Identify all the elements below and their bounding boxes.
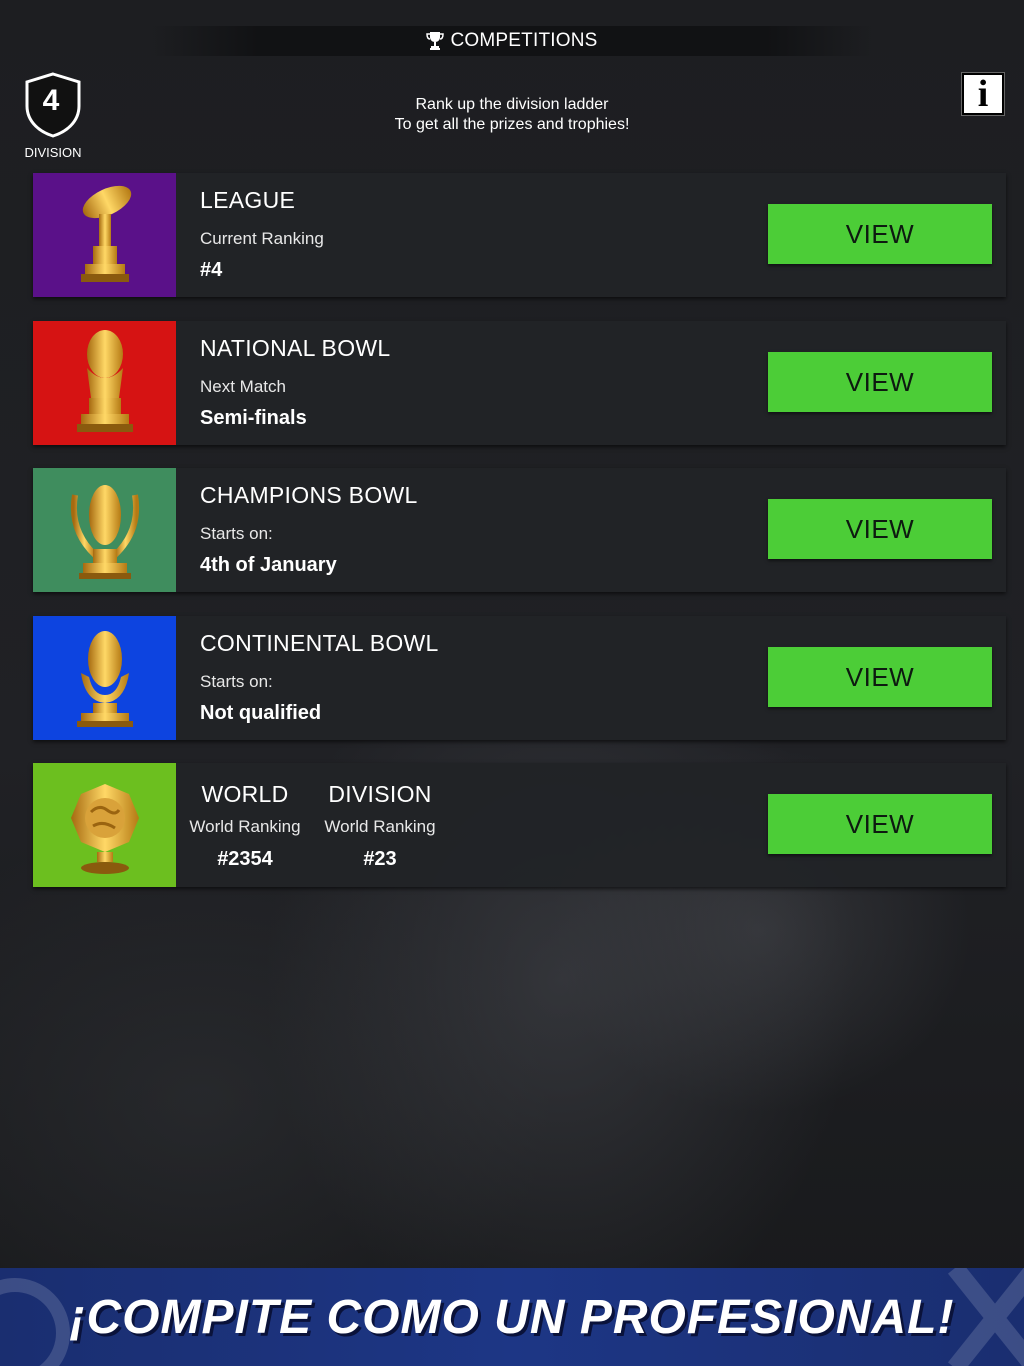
view-world-button[interactable]: VIEW: [768, 794, 992, 854]
competition-sub-label: Next Match: [200, 377, 286, 396]
subtitle: Rank up the division ladder To get all t…: [312, 95, 712, 135]
competition-value: 4th of January: [200, 554, 337, 576]
trophy-icon: [426, 32, 445, 50]
competition-card-world: WORLD World Ranking #2354 DIVISION World…: [33, 763, 1006, 887]
competition-sub-label: Current Ranking: [200, 229, 324, 248]
competition-sub-label: Starts on:: [200, 672, 273, 691]
national-bowl-trophy-icon: [76, 330, 133, 432]
division-badge[interactable]: 4 DIVISION: [22, 72, 84, 160]
view-league-button[interactable]: VIEW: [768, 204, 992, 264]
competition-name: CHAMPIONS BOWL: [200, 482, 418, 508]
competition-card-champions-bowl: CHAMPIONS BOWL Starts on: 4th of January…: [33, 468, 1006, 592]
competition-name: CONTINENTAL BOWL: [200, 630, 439, 656]
circle-decoration-icon: [0, 1278, 70, 1366]
competition-name: NATIONAL BOWL: [200, 335, 391, 361]
division-number: 4: [42, 84, 60, 117]
subtitle-line-1: Rank up the division ladder: [415, 96, 609, 113]
division-ranking-value: #23: [363, 848, 397, 870]
world-title: WORLD: [201, 781, 289, 807]
competition-value: Not qualified: [200, 702, 322, 724]
competition-sub-label: Starts on:: [200, 524, 273, 543]
competition-card-national-bowl: NATIONAL BOWL Next Match Semi-finals VIE…: [33, 321, 1006, 445]
division-label: DIVISION: [24, 145, 82, 160]
national-bowl-icon-box: [33, 321, 176, 445]
world-sub-label: World Ranking: [189, 817, 301, 836]
continental-bowl-icon-box: [33, 616, 176, 740]
competition-value: #4: [200, 259, 223, 281]
continental-bowl-trophy-icon: [76, 631, 133, 727]
promo-text: ¡COMPITE COMO UN PROFESIONAL!: [69, 1290, 955, 1344]
champions-bowl-trophy-icon: [70, 485, 139, 579]
subtitle-line-2: To get all the prizes and trophies!: [394, 116, 630, 133]
league-trophy-icon: [80, 185, 131, 282]
promo-banner: ¡COMPITE COMO UN PROFESIONAL!: [0, 1268, 1024, 1366]
world-trophy-icon: [70, 784, 139, 874]
division-sub-label: World Ranking: [324, 817, 436, 836]
world-icon-box: [33, 763, 176, 887]
champions-bowl-icon-box: [33, 468, 176, 592]
competition-card-continental-bowl: CONTINENTAL BOWL Starts on: Not qualifie…: [33, 616, 1006, 740]
world-ranking-value: #2354: [217, 848, 273, 870]
competition-value: Semi-finals: [200, 407, 307, 429]
view-champions-bowl-button[interactable]: VIEW: [768, 499, 992, 559]
division-title: DIVISION: [328, 781, 432, 807]
world-ranking-column: WORLD World Ranking #2354: [185, 781, 305, 871]
competition-card-league: LEAGUE Current Ranking #4 VIEW: [33, 173, 1006, 297]
info-button[interactable]: i: [962, 73, 1004, 115]
view-national-bowl-button[interactable]: VIEW: [768, 352, 992, 412]
view-continental-bowl-button[interactable]: VIEW: [768, 647, 992, 707]
page-title: COMPETITIONS: [450, 30, 598, 51]
title-bar: COMPETITIONS: [150, 26, 874, 56]
competition-name: LEAGUE: [200, 187, 296, 213]
league-icon-box: [33, 173, 176, 297]
division-ranking-column: DIVISION World Ranking #23: [317, 781, 443, 871]
